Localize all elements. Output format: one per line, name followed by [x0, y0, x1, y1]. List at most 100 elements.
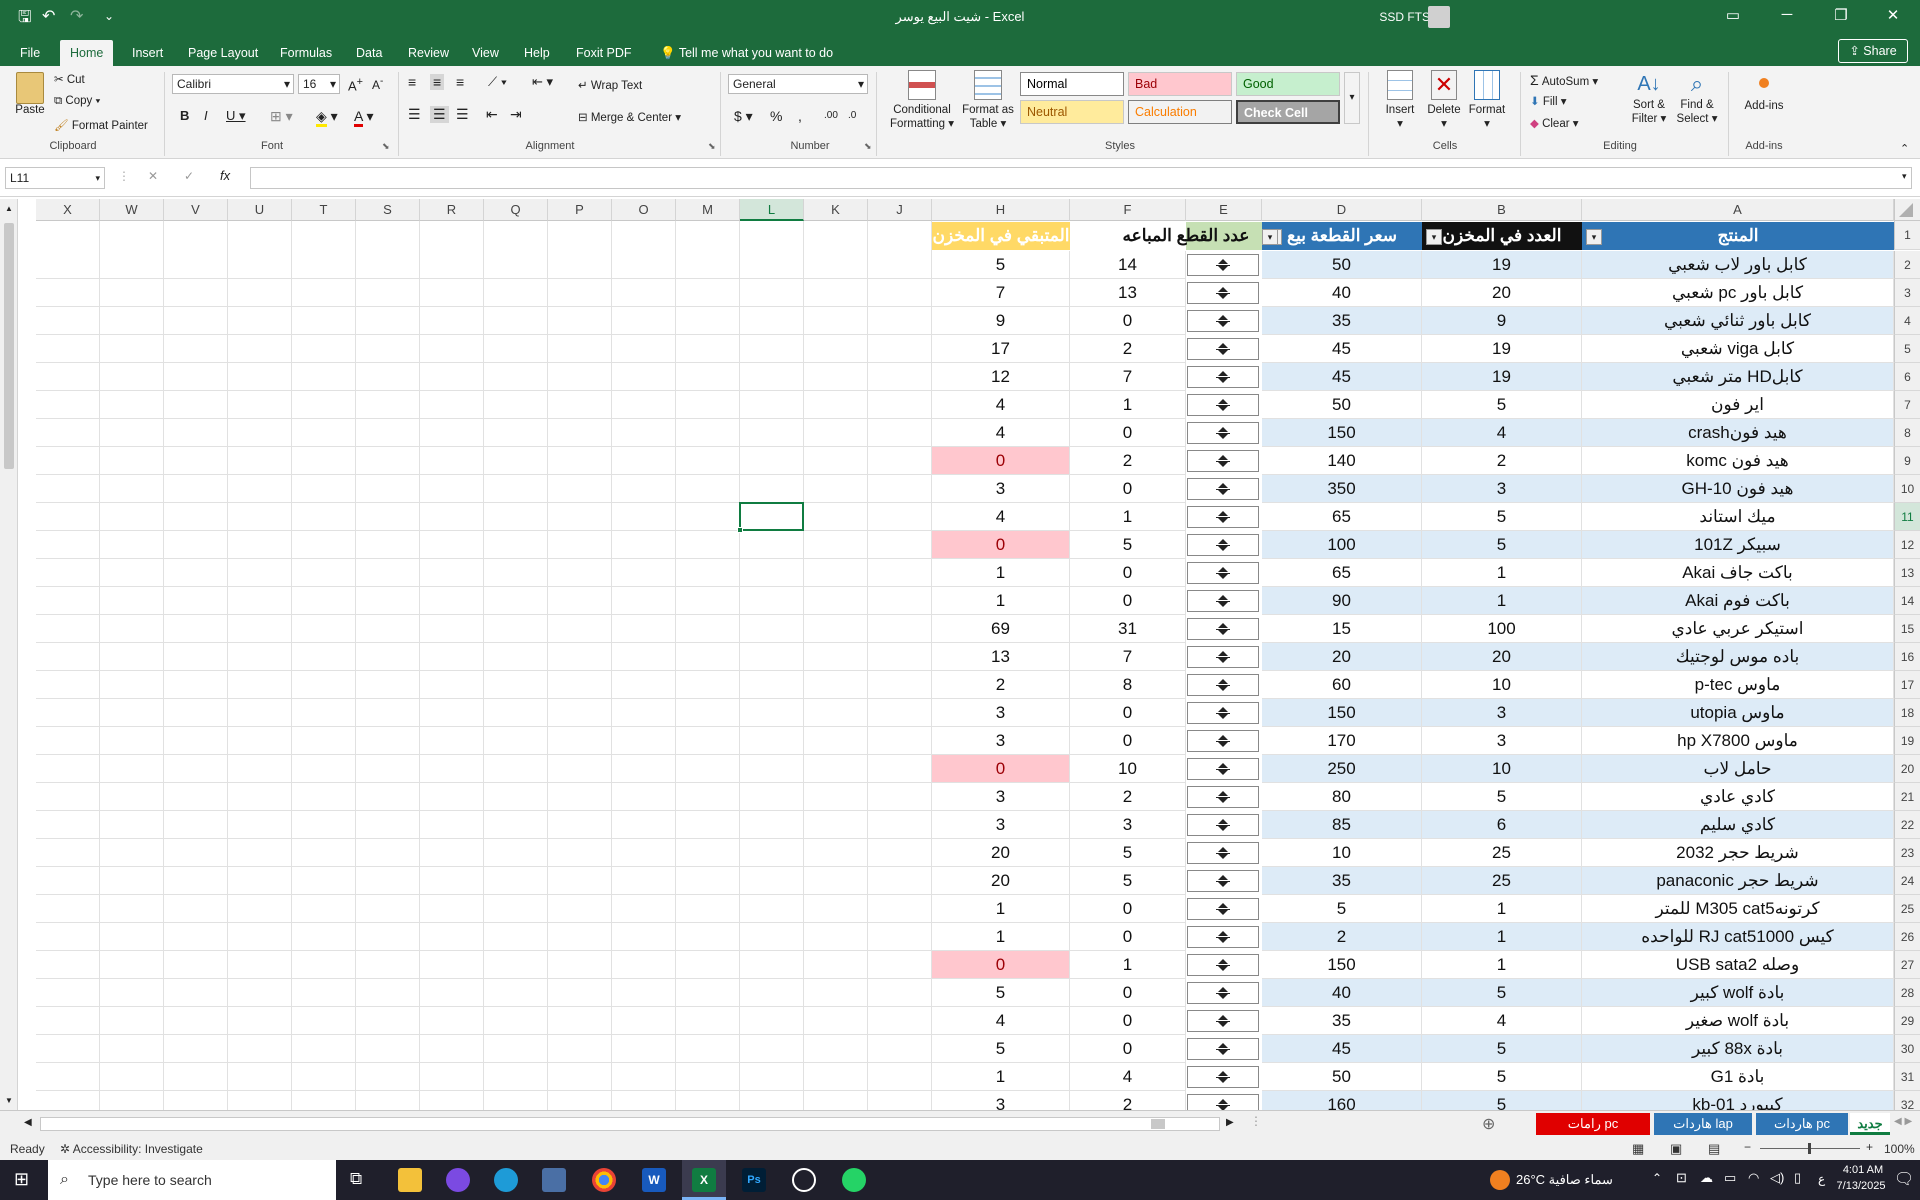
cell-h[interactable]: 5: [932, 1035, 1070, 1063]
spin-down-icon[interactable]: [1218, 602, 1228, 607]
cell-h[interactable]: 0: [932, 755, 1070, 783]
style-calculation[interactable]: Calculation: [1128, 100, 1232, 124]
row-header[interactable]: 28: [1894, 979, 1920, 1007]
horizontal-scrollbar[interactable]: [40, 1117, 1220, 1131]
style-normal[interactable]: Normal: [1020, 72, 1124, 96]
cell-h[interactable]: 0: [932, 447, 1070, 475]
currency-icon[interactable]: $ ▾: [734, 108, 753, 125]
cell-h[interactable]: 69: [932, 615, 1070, 643]
spin-up-icon[interactable]: [1218, 371, 1228, 376]
file-explorer-icon[interactable]: [398, 1168, 422, 1192]
cell-b[interactable]: 1: [1422, 587, 1582, 615]
column-header[interactable]: F: [1070, 199, 1186, 221]
spin-button[interactable]: [1187, 1094, 1259, 1110]
row-header[interactable]: 1: [1894, 221, 1920, 250]
column-header[interactable]: A: [1582, 199, 1894, 221]
font-color-icon[interactable]: A ▾: [354, 108, 374, 127]
cell-d[interactable]: 65: [1262, 559, 1422, 587]
tab-formulas[interactable]: Formulas: [270, 40, 342, 66]
cell-a[interactable]: كيس RJ cat51000 للواحده: [1582, 923, 1894, 951]
cell-a[interactable]: هيد فون GH-10: [1582, 475, 1894, 503]
spin-down-icon[interactable]: [1218, 994, 1228, 999]
cell-h[interactable]: 5: [932, 979, 1070, 1007]
cell-b[interactable]: 10: [1422, 755, 1582, 783]
cell-a[interactable]: كابل باور pc شعبي: [1582, 279, 1894, 307]
filter-dropdown-icon[interactable]: ▾: [1426, 229, 1442, 245]
conditional-formatting-button[interactable]: Conditional Formatting ▾: [882, 70, 962, 131]
spin-up-icon[interactable]: [1218, 763, 1228, 768]
spin-up-icon[interactable]: [1218, 455, 1228, 460]
cell-f[interactable]: 5: [1070, 839, 1186, 867]
display-icon[interactable]: ▭: [1724, 1170, 1736, 1186]
zoom-in-icon[interactable]: +: [1866, 1140, 1873, 1154]
page-break-view-icon[interactable]: ▤: [1708, 1141, 1720, 1157]
spin-down-icon[interactable]: [1218, 434, 1228, 439]
column-header[interactable]: L: [740, 199, 804, 221]
cell-a[interactable]: باكت جاف Akai: [1582, 559, 1894, 587]
underline-icon[interactable]: U ▾: [226, 108, 246, 124]
cell-b[interactable]: 5: [1422, 1063, 1582, 1091]
cell-d[interactable]: 45: [1262, 1035, 1422, 1063]
onedrive-icon[interactable]: ☁: [1700, 1170, 1713, 1186]
decrease-decimal-icon[interactable]: .0: [848, 110, 856, 121]
spin-button[interactable]: [1187, 478, 1259, 500]
spin-up-icon[interactable]: [1218, 791, 1228, 796]
column-header[interactable]: X: [36, 199, 100, 221]
row-header[interactable]: 29: [1894, 1007, 1920, 1035]
tab-insert[interactable]: Insert: [122, 40, 173, 66]
cell-h[interactable]: 0: [932, 951, 1070, 979]
cell-b[interactable]: 25: [1422, 867, 1582, 895]
row-header[interactable]: 12: [1894, 531, 1920, 559]
style-check-cell[interactable]: Check Cell: [1236, 100, 1340, 124]
cell-h[interactable]: 20: [932, 867, 1070, 895]
media-player-icon[interactable]: [792, 1168, 816, 1192]
sheet-tab-rams-pc[interactable]: رامات pc: [1536, 1113, 1650, 1135]
cell-b[interactable]: 5: [1422, 783, 1582, 811]
notifications-icon[interactable]: 🗨: [1894, 1169, 1914, 1189]
cut-button[interactable]: ✂ Cut: [54, 72, 85, 86]
row-header[interactable]: 21: [1894, 783, 1920, 811]
column-header[interactable]: P: [548, 199, 612, 221]
cell-b[interactable]: 20: [1422, 643, 1582, 671]
spin-button[interactable]: [1187, 450, 1259, 472]
cell-h[interactable]: 12: [932, 363, 1070, 391]
spin-up-icon[interactable]: [1218, 399, 1228, 404]
spin-down-icon[interactable]: [1218, 938, 1228, 943]
row-header[interactable]: 26: [1894, 923, 1920, 951]
cell-d[interactable]: 150: [1262, 951, 1422, 979]
wrap-text-button[interactable]: ↵ Wrap Text: [578, 78, 642, 92]
input-language[interactable]: ع: [1818, 1172, 1825, 1186]
row-header[interactable]: 9: [1894, 447, 1920, 475]
cell-b[interactable]: 1: [1422, 895, 1582, 923]
number-format-select[interactable]: General ▾: [728, 74, 868, 94]
cell-f[interactable]: 5: [1070, 531, 1186, 559]
italic-icon[interactable]: I: [204, 108, 208, 123]
cell-f[interactable]: 2: [1070, 783, 1186, 811]
copy-button[interactable]: ⧉ Copy ▾: [54, 95, 100, 108]
cell-a[interactable]: كابل باور ثنائي شعبي: [1582, 307, 1894, 335]
bold-icon[interactable]: B: [180, 108, 189, 123]
cell-f[interactable]: 0: [1070, 727, 1186, 755]
cell-h[interactable]: 1: [932, 559, 1070, 587]
cell-h[interactable]: 3: [932, 811, 1070, 839]
fill-color-icon[interactable]: ◈ ▾: [316, 108, 338, 127]
row-header[interactable]: 7: [1894, 391, 1920, 419]
spin-up-icon[interactable]: [1218, 427, 1228, 432]
cell-b[interactable]: 4: [1422, 419, 1582, 447]
cell-h[interactable]: 3: [932, 783, 1070, 811]
name-box[interactable]: L11 ▾: [5, 167, 105, 189]
cell-h[interactable]: 13: [932, 643, 1070, 671]
cell-h[interactable]: 1: [932, 923, 1070, 951]
row-header[interactable]: 16: [1894, 643, 1920, 671]
sheet-scroll-icon[interactable]: ◀ ▶: [1894, 1116, 1912, 1127]
spin-up-icon[interactable]: [1218, 539, 1228, 544]
spin-up-icon[interactable]: [1218, 707, 1228, 712]
volume-icon[interactable]: ◁): [1770, 1170, 1784, 1186]
cell-b[interactable]: 3: [1422, 699, 1582, 727]
row-header[interactable]: 18: [1894, 699, 1920, 727]
spin-down-icon[interactable]: [1218, 518, 1228, 523]
spin-button[interactable]: [1187, 786, 1259, 808]
spin-up-icon[interactable]: [1218, 903, 1228, 908]
merge-center-button[interactable]: ⊟ Merge & Center ▾: [578, 110, 681, 124]
cell-a[interactable]: ماوس hp X7800: [1582, 727, 1894, 755]
